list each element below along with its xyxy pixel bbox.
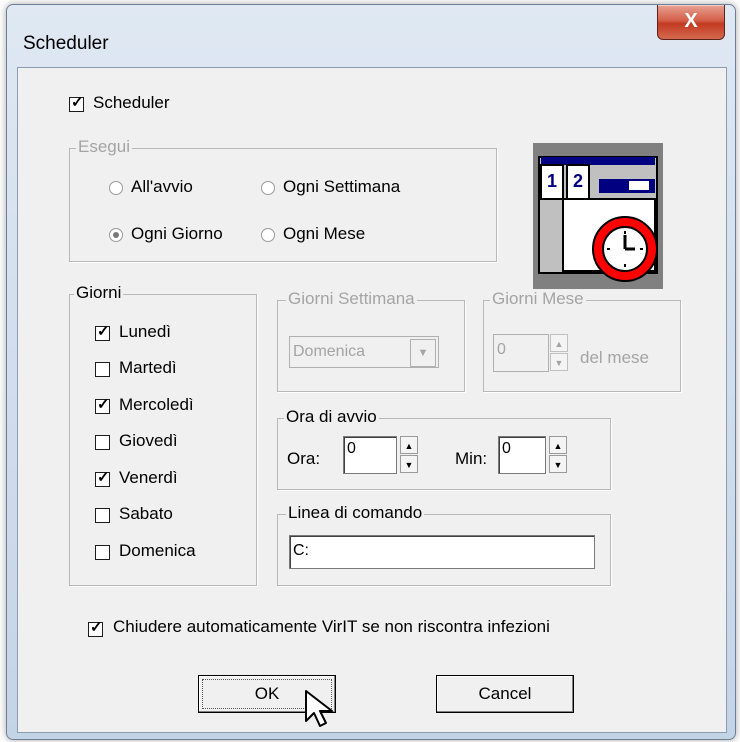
min-spinner[interactable]: ▲ ▼: [549, 436, 567, 474]
spin-down-icon[interactable]: ▼: [400, 455, 418, 473]
day-checkbox-martedi[interactable]: [95, 362, 110, 377]
min-value: 0: [502, 440, 511, 457]
day-label-giovedi: Giovedì: [119, 431, 178, 450]
radio-ogni-giorno[interactable]: [109, 228, 123, 242]
day-checkbox-venerdi[interactable]: ✓: [95, 469, 110, 487]
radio-ogni-mese-label: Ogni Mese: [283, 224, 366, 243]
title-bar[interactable]: Scheduler X: [7, 5, 735, 71]
ora-input[interactable]: 0: [343, 436, 397, 474]
scheduler-checkbox-label: Scheduler: [93, 93, 170, 112]
calendar-day-2: 2: [573, 171, 583, 191]
ora-value: 0: [347, 440, 356, 457]
check-icon: ✓: [97, 396, 110, 413]
auto-close-label: Chiudere automaticamente VirIT se non ri…: [113, 617, 550, 636]
giorni-settimana-select[interactable]: Domenica ▼: [289, 336, 439, 368]
min-label: Min:: [455, 449, 488, 468]
giorni-group-title: Giorni: [74, 283, 124, 303]
giorni-mese-suffix: del mese: [580, 348, 649, 367]
radio-allavvio[interactable]: [109, 181, 123, 195]
spin-up-icon[interactable]: ▲: [549, 436, 567, 454]
day-checkbox-mercoledi[interactable]: ✓: [95, 396, 110, 414]
check-icon: ✓: [90, 619, 103, 636]
giorni-mese-value: 0: [497, 341, 506, 358]
day-label-sabato: Sabato: [119, 504, 173, 523]
window-title: Scheduler: [23, 33, 109, 54]
giorni-settimana-title: Giorni Settimana: [286, 289, 417, 309]
chevron-down-icon: ▼: [410, 339, 436, 367]
day-label-martedi: Martedì: [119, 358, 177, 377]
dialog-client-area: ✓ Scheduler Esegui All'avvio Ogni Settim…: [17, 67, 727, 733]
check-icon: ✓: [71, 94, 84, 111]
mouse-cursor-icon: [305, 690, 333, 727]
ok-button-label: OK: [254, 684, 280, 703]
calendar-day-1: 1: [547, 171, 557, 191]
check-icon: ✓: [97, 323, 110, 340]
radio-allavvio-label: All'avvio: [131, 177, 193, 196]
min-input[interactable]: 0: [498, 436, 546, 474]
radio-ogni-settimana[interactable]: [261, 181, 275, 195]
spin-down-icon[interactable]: ▼: [549, 455, 567, 473]
radio-ogni-mese[interactable]: [261, 228, 275, 242]
cancel-button-label: Cancel: [478, 684, 532, 703]
giorni-mese-title: Giorni Mese: [490, 289, 586, 309]
day-checkbox-sabato[interactable]: [95, 508, 110, 523]
ora-label: Ora:: [287, 449, 321, 468]
radio-ogni-settimana-label: Ogni Settimana: [283, 177, 401, 196]
spin-up-icon[interactable]: ▲: [400, 436, 418, 454]
ora-avvio-title: Ora di avvio: [284, 407, 379, 427]
command-line-value: C:: [293, 542, 309, 559]
cancel-button[interactable]: Cancel: [436, 675, 574, 713]
giorni-mese-input[interactable]: 0: [493, 334, 549, 372]
scheduler-checkbox[interactable]: ✓: [69, 94, 84, 112]
spin-up-icon[interactable]: ▲: [550, 334, 568, 352]
ora-spinner[interactable]: ▲ ▼: [400, 436, 418, 474]
spin-down-icon[interactable]: ▼: [550, 353, 568, 371]
giorni-mese-spinner[interactable]: ▲ ▼: [550, 334, 568, 372]
esegui-group-title: Esegui: [76, 137, 132, 157]
esegui-group: Esegui: [69, 137, 497, 262]
day-checkbox-domenica[interactable]: [95, 545, 110, 560]
auto-close-checkbox[interactable]: ✓: [88, 619, 103, 637]
scheduler-calendar-clock-icon: 1 2: [533, 143, 663, 289]
day-checkbox-giovedi[interactable]: [95, 435, 110, 450]
day-checkbox-lunedi[interactable]: ✓: [95, 323, 110, 341]
giorni-settimana-selected: Domenica: [293, 343, 366, 360]
day-label-venerdi: Venerdì: [119, 468, 178, 487]
radio-selected-dot: [113, 232, 119, 238]
command-line-input[interactable]: C:: [289, 535, 595, 569]
day-label-domenica: Domenica: [119, 541, 196, 560]
day-label-mercoledi: Mercoledì: [119, 395, 194, 414]
radio-ogni-giorno-label: Ogni Giorno: [131, 224, 223, 243]
check-icon: ✓: [97, 469, 110, 486]
linea-comando-title: Linea di comando: [286, 503, 425, 523]
scheduler-window: Scheduler X ✓ Scheduler Esegui All'avvio…: [6, 4, 736, 740]
day-label-lunedi: Lunedì: [119, 322, 171, 341]
close-button[interactable]: X: [657, 5, 725, 40]
close-icon: X: [684, 10, 698, 32]
